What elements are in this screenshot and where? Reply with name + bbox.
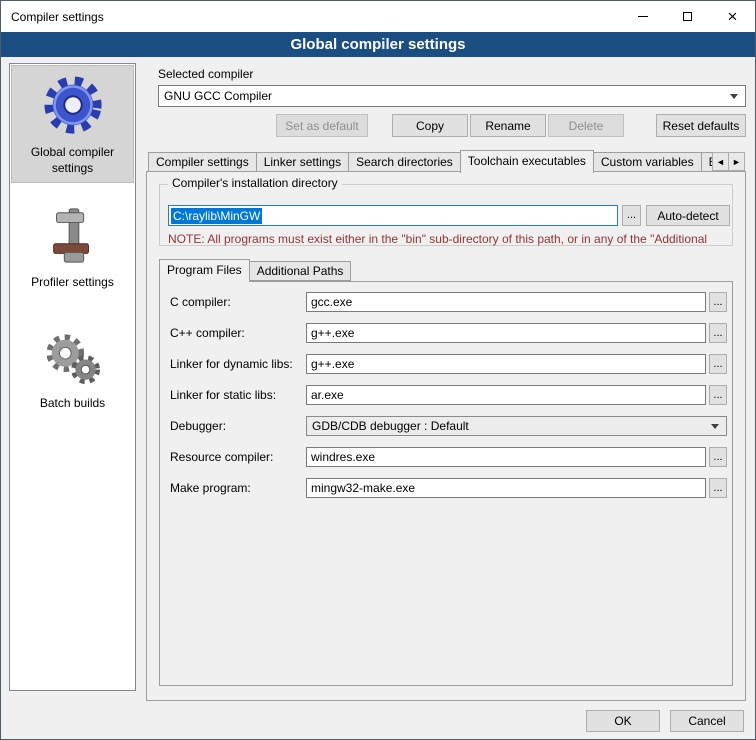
install-dir-browse-button[interactable]: ... [622, 205, 641, 226]
tab-toolchain-executables[interactable]: Toolchain executables [460, 150, 594, 173]
ok-button[interactable]: OK [586, 710, 660, 732]
tab-linker-settings[interactable]: Linker settings [256, 152, 349, 172]
gray-gears-icon [42, 331, 104, 387]
program-files-panel: C compiler: ... C++ compiler: ... Linker… [159, 281, 733, 686]
delete-button[interactable]: Delete [548, 114, 624, 137]
tab-scroll-left-icon[interactable]: ◄ [712, 152, 729, 171]
browse-button[interactable]: ... [709, 354, 727, 374]
install-dir-selected-text: C:\raylib\MinGW [171, 208, 262, 224]
toolchain-executables-panel: Compiler's installation directory C:\ray… [146, 171, 746, 701]
blue-gear-icon [42, 74, 104, 136]
close-button[interactable]: × [710, 1, 755, 32]
sidebar-item-label: Global compiler settings [14, 145, 131, 176]
make-program-label: Make program: [170, 481, 251, 495]
debugger-select-value: GDB/CDB debugger : Default [307, 419, 469, 433]
sidebar-item-label: Batch builds [40, 396, 105, 412]
debugger-select[interactable]: GDB/CDB debugger : Default [306, 416, 727, 436]
browse-button[interactable]: ... [709, 478, 727, 498]
linker-dynamic-label: Linker for dynamic libs: [170, 357, 293, 371]
compiler-select-value: GNU GCC Compiler [159, 89, 272, 103]
linker-static-input[interactable] [306, 385, 706, 405]
resource-compiler-label: Resource compiler: [170, 450, 273, 464]
profiler-tool-icon [45, 206, 101, 266]
cpp-compiler-label: C++ compiler: [170, 326, 245, 340]
tab-additional-paths[interactable]: Additional Paths [249, 261, 352, 281]
browse-button[interactable]: ... [709, 323, 727, 343]
maximize-button[interactable] [665, 1, 710, 32]
minimize-button[interactable] [620, 1, 665, 32]
bin-subdirectory-note: NOTE: All programs must exist either in … [168, 232, 728, 246]
compiler-settings-window: Compiler settings × Global compiler sett… [0, 0, 756, 740]
auto-detect-button[interactable]: Auto-detect [646, 205, 730, 226]
category-sidebar: Global compiler settings Profiler settin… [9, 63, 136, 691]
install-dir-input[interactable]: C:\raylib\MinGW [168, 205, 618, 226]
browse-button[interactable]: ... [709, 385, 727, 405]
c-compiler-label: C compiler: [170, 295, 231, 309]
sidebar-item-global-compiler-settings[interactable]: Global compiler settings [12, 66, 133, 182]
compiler-select[interactable]: GNU GCC Compiler [158, 85, 746, 107]
make-program-input[interactable] [306, 478, 706, 498]
program-files-tab-bar: Program Files Additional Paths [159, 259, 351, 281]
chevron-down-icon [711, 424, 719, 429]
dialog-banner: Global compiler settings [1, 32, 755, 57]
sidebar-item-batch-builds[interactable]: Batch builds [12, 323, 133, 418]
installation-directory-legend: Compiler's installation directory [168, 176, 342, 190]
tab-custom-variables[interactable]: Custom variables [593, 152, 702, 172]
selected-compiler-label: Selected compiler [158, 67, 253, 81]
maximize-icon [683, 12, 692, 21]
tab-scroll-right-icon[interactable]: ► [728, 152, 745, 171]
compiler-button-row: Set as default Copy Rename Delete Reset … [158, 114, 746, 137]
tab-program-files[interactable]: Program Files [159, 259, 250, 282]
linker-static-label: Linker for static libs: [170, 388, 276, 402]
rename-button[interactable]: Rename [470, 114, 546, 137]
copy-button[interactable]: Copy [392, 114, 468, 137]
installation-directory-group: Compiler's installation directory C:\ray… [159, 184, 733, 246]
debugger-label: Debugger: [170, 419, 226, 433]
tab-scroll-buttons: ◄ ► [713, 152, 745, 171]
window-controls: × [620, 1, 755, 32]
cpp-compiler-input[interactable] [306, 323, 706, 343]
browse-button[interactable]: ... [709, 447, 727, 467]
main-tab-bar: Compiler settings Linker settings Search… [148, 150, 735, 172]
set-as-default-button[interactable]: Set as default [276, 114, 368, 137]
sidebar-item-profiler-settings[interactable]: Profiler settings [12, 198, 133, 297]
reset-defaults-button[interactable]: Reset defaults [656, 114, 746, 137]
cancel-button[interactable]: Cancel [670, 710, 744, 732]
window-title: Compiler settings [11, 10, 104, 24]
tab-compiler-settings[interactable]: Compiler settings [148, 152, 257, 172]
linker-dynamic-input[interactable] [306, 354, 706, 374]
resource-compiler-input[interactable] [306, 447, 706, 467]
title-bar: Compiler settings × [1, 1, 755, 32]
minimize-icon [638, 16, 648, 17]
chevron-down-icon [730, 94, 738, 99]
sidebar-item-label: Profiler settings [31, 275, 114, 291]
tab-search-directories[interactable]: Search directories [348, 152, 461, 172]
browse-button[interactable]: ... [709, 292, 727, 312]
c-compiler-input[interactable] [306, 292, 706, 312]
